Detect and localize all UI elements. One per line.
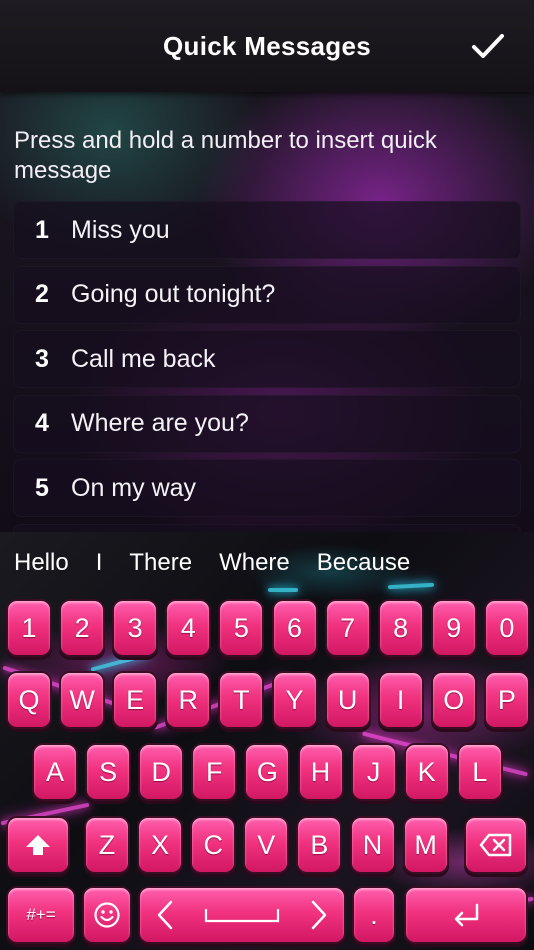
key-y[interactable]: Y — [273, 673, 316, 727]
key-9[interactable]: 9 — [432, 601, 475, 655]
message-number: 4 — [35, 409, 49, 437]
message-text: Call me back — [71, 344, 216, 373]
suggestion-word[interactable]: Where — [219, 549, 290, 577]
key-q[interactable]: Q — [8, 673, 50, 727]
key-g[interactable]: G — [246, 745, 289, 799]
list-item[interactable]: 3 Call me back — [13, 330, 521, 388]
chevron-right-icon — [311, 900, 327, 930]
key-8[interactable]: 8 — [379, 601, 422, 655]
key-r[interactable]: R — [167, 673, 210, 727]
space-bar-icon — [204, 909, 280, 923]
page-title: Quick Messages — [163, 30, 371, 61]
message-text: Where are you? — [71, 409, 249, 437]
list-item[interactable]: 5 On my way — [13, 459, 521, 517]
key-f[interactable]: F — [193, 745, 236, 799]
return-arrow-icon — [449, 902, 483, 928]
key-3[interactable]: 3 — [114, 601, 157, 655]
shift-arrow-icon — [24, 833, 52, 857]
key-v[interactable]: V — [245, 818, 288, 872]
instructions-text: Press and hold a number to insert quick … — [14, 127, 437, 184]
key-d[interactable]: D — [140, 745, 183, 799]
backspace-icon — [479, 833, 513, 857]
list-item-partial[interactable] — [13, 523, 521, 532]
list-item[interactable]: 1 Miss you — [13, 201, 521, 259]
key-p[interactable]: P — [485, 673, 528, 727]
backspace-key[interactable] — [466, 818, 526, 872]
smiley-icon — [93, 901, 121, 929]
list-item[interactable]: 4 Where are you? — [13, 394, 521, 453]
key-u[interactable]: U — [326, 673, 369, 727]
key-o[interactable]: O — [432, 673, 475, 727]
key-e[interactable]: E — [114, 673, 157, 727]
quick-messages-panel: Press and hold a number to insert quick … — [0, 92, 534, 532]
key-x[interactable]: X — [139, 818, 182, 872]
key-6[interactable]: 6 — [273, 601, 316, 655]
message-number: 5 — [35, 473, 49, 502]
suggestion-word[interactable]: Hello — [14, 549, 69, 577]
key-7[interactable]: 7 — [326, 601, 369, 655]
message-list: 1 Miss you 2 Going out tonight? 3 Call m… — [13, 201, 521, 532]
message-number: 1 — [35, 215, 49, 244]
message-text: Miss you — [71, 215, 170, 244]
chevron-left-icon — [157, 900, 173, 930]
symbols-key[interactable]: #+= — [8, 888, 74, 942]
key-c[interactable]: C — [192, 818, 235, 872]
key-5[interactable]: 5 — [220, 601, 263, 655]
message-text: On my way — [71, 473, 197, 502]
key-0[interactable]: 0 — [485, 601, 528, 655]
key-a[interactable]: A — [34, 745, 76, 799]
suggestion-word[interactable]: There — [129, 549, 192, 577]
key-n[interactable]: N — [351, 818, 394, 872]
key-h[interactable]: H — [299, 745, 342, 799]
list-item[interactable]: 2 Going out tonight? — [13, 265, 521, 324]
key-j[interactable]: J — [352, 745, 395, 799]
key-z[interactable]: Z — [86, 818, 128, 872]
space-bar[interactable] — [140, 888, 344, 942]
keyboard: Hello I There Where Because #+= . 123456… — [0, 532, 534, 950]
suggestion-bar: Hello I There Where Because — [0, 532, 534, 594]
top-bar: Quick Messages — [0, 0, 534, 92]
key-1[interactable]: 1 — [8, 601, 50, 655]
key-w[interactable]: W — [61, 673, 104, 727]
checkmark-icon[interactable] — [470, 28, 506, 64]
suggestion-word[interactable]: I — [96, 549, 103, 577]
key-s[interactable]: S — [87, 745, 130, 799]
key-m[interactable]: M — [404, 818, 447, 872]
message-text: Going out tonight? — [71, 280, 276, 308]
return-key[interactable] — [406, 888, 526, 942]
period-key[interactable]: . — [354, 888, 394, 942]
key-t[interactable]: T — [220, 673, 263, 727]
emoji-key[interactable] — [84, 888, 130, 942]
message-number: 2 — [35, 280, 49, 308]
key-i[interactable]: I — [379, 673, 422, 727]
neon-decoration — [90, 652, 150, 672]
message-number: 3 — [35, 344, 49, 373]
suggestion-word[interactable]: Because — [317, 549, 410, 577]
shift-key[interactable] — [8, 818, 68, 872]
key-2[interactable]: 2 — [61, 601, 104, 655]
key-k[interactable]: K — [405, 745, 448, 799]
key-b[interactable]: B — [298, 818, 341, 872]
key-l[interactable]: L — [458, 745, 501, 799]
key-4[interactable]: 4 — [167, 601, 210, 655]
